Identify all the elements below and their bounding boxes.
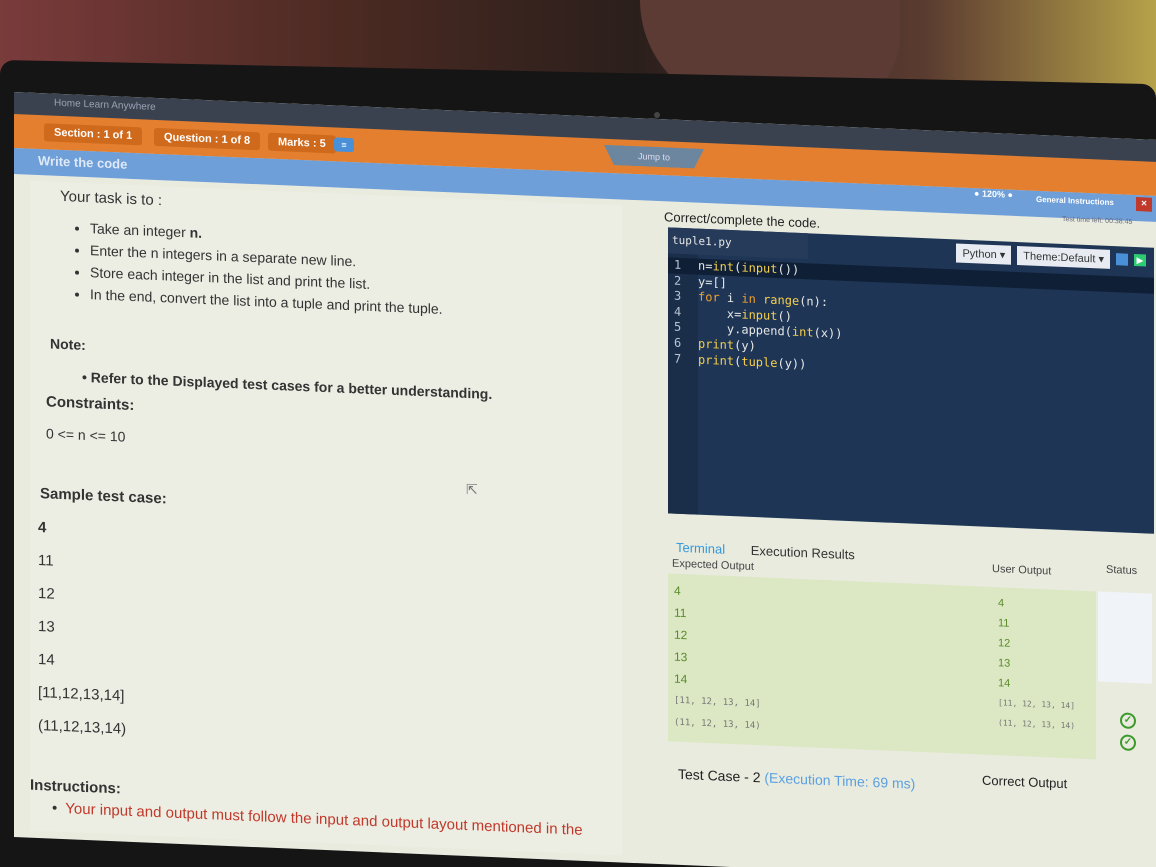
sample-line: 12 [38,585,55,603]
constraints-label: Constraints: [46,393,135,415]
status-header: Status [1106,563,1138,578]
code-text[interactable]: y=[] [698,274,727,289]
note-label: Note: [50,335,86,354]
instructions-label: Instructions: [30,776,121,798]
jump-to-button[interactable]: Jump to [604,145,704,169]
test-timer: Test time left: 00:38:45 [1062,215,1133,226]
section-indicator[interactable]: Section : 1 of 1 [44,123,143,146]
close-icon[interactable]: × [1136,197,1152,212]
language-select[interactable]: Python ▾ [956,242,1012,265]
tab-terminal[interactable]: Terminal [676,540,725,557]
zoom-value: 120% [981,188,1005,200]
test-case-number: Test Case - 2 [678,765,761,786]
line-number: 1 [674,257,682,272]
top-nav[interactable]: Home Learn Anywhere [54,98,156,113]
code-editor[interactable]: tuple1.py Python ▾ Theme:Default ▾ ▶ 1 n=… [668,227,1154,534]
editor-toolbar: Python ▾ Theme:Default ▾ ▶ [956,241,1146,271]
check-circle-icon: ✓ [1120,712,1136,730]
note-item-text: Refer to the Displayed test cases for a … [90,369,493,403]
code-text[interactable]: print(y) [698,337,756,353]
sample-line: 14 [38,651,55,669]
sample-line: 13 [38,618,55,636]
question-indicator[interactable]: Question : 1 of 8 [154,127,261,151]
settings-icon[interactable] [1116,253,1128,266]
status-badge: Correct Output [982,772,1068,792]
output-line: (11, 12, 13, 14) [674,717,761,732]
constraints-value: 0 <= n <= 10 [46,425,126,445]
note-item: • Refer to the Displayed test cases for … [82,368,493,403]
instructions-item-text: Your input and output must follow the in… [65,800,583,839]
task-intro: Your task is to : [60,187,162,210]
check-circle-icon: ✓ [1120,734,1136,752]
mouse-cursor-icon: ⇱ [466,480,478,498]
page-title: Write the code [38,153,128,172]
task-bullets: Take an integer n.Enter the n integers i… [90,217,443,320]
sample-line: 11 [38,552,54,570]
tab-execution-results[interactable]: Execution Results [751,543,855,562]
theme-select[interactable]: Theme:Default ▾ [1017,245,1110,269]
problem-panel: Your task is to : Take an integer n.Ente… [30,180,622,856]
output-line: (11, 12, 13, 14) [998,718,1076,731]
line-number: 4 [674,304,682,319]
execution-time: (Execution Time: 69 ms) [764,769,916,792]
language-value: Python [962,247,997,261]
results-table: 4 11 12 13 14 [11, 12, 13, 14] (11, 12, 13, 14… [668,573,1096,760]
line-number: 2 [674,273,682,288]
user-output: 4 11 12 13 14 [11, 12, 13, 14] (11, 12, 13, 14… [998,593,1075,736]
line-number: 5 [674,320,682,335]
general-instructions-button[interactable]: General Instructions [1036,195,1114,207]
theme-value: Theme:Default [1023,249,1096,265]
code-lines[interactable]: 1 n=int(input()) 2 y=[] 3 for i in range(n): 4… [674,258,843,374]
line-number: 3 [674,288,682,304]
sample-line: [11,12,13,14] [38,684,125,705]
bullet-dot: • [52,799,58,817]
task-bullet-bold: n. [189,224,203,241]
line-number: 6 [674,335,682,350]
sample-line: 4 [38,519,47,537]
editor-panel: Correct/complete the code. tuple1.py Pyt… [642,208,1154,867]
line-number: 7 [674,351,682,366]
sample-label: Sample test case: [40,485,167,508]
test-case-label: Test Case - 2 (Execution Time: 69 ms) [678,766,915,792]
zoom-level[interactable]: ● 120% ● [974,188,1013,200]
instructions-item: • Your input and output must follow the i… [52,800,583,839]
expected-output: 4 11 12 13 14 [11, 12, 13, 14] (11, 12, 13, 14… [674,580,761,738]
expected-output-header: Expected Output [672,557,754,574]
play-icon[interactable]: ▶ [1134,253,1146,267]
sample-test-case: 4 11 12 13 14 [11,12,13,14] (11,12,13,14) [38,511,126,746]
user-output-header: User Output [992,562,1052,578]
task-bullet-text: Take an integer [90,220,190,241]
status-column [1098,591,1152,684]
screen: Home Learn Anywhere Section : 1 of 1 Que… [14,92,1156,867]
marks-indicator: Marks : 5 [268,132,336,154]
sample-line: (11,12,13,14) [38,717,127,738]
webcam-dot [654,112,660,118]
chat-icon[interactable]: ≡ [334,137,354,153]
